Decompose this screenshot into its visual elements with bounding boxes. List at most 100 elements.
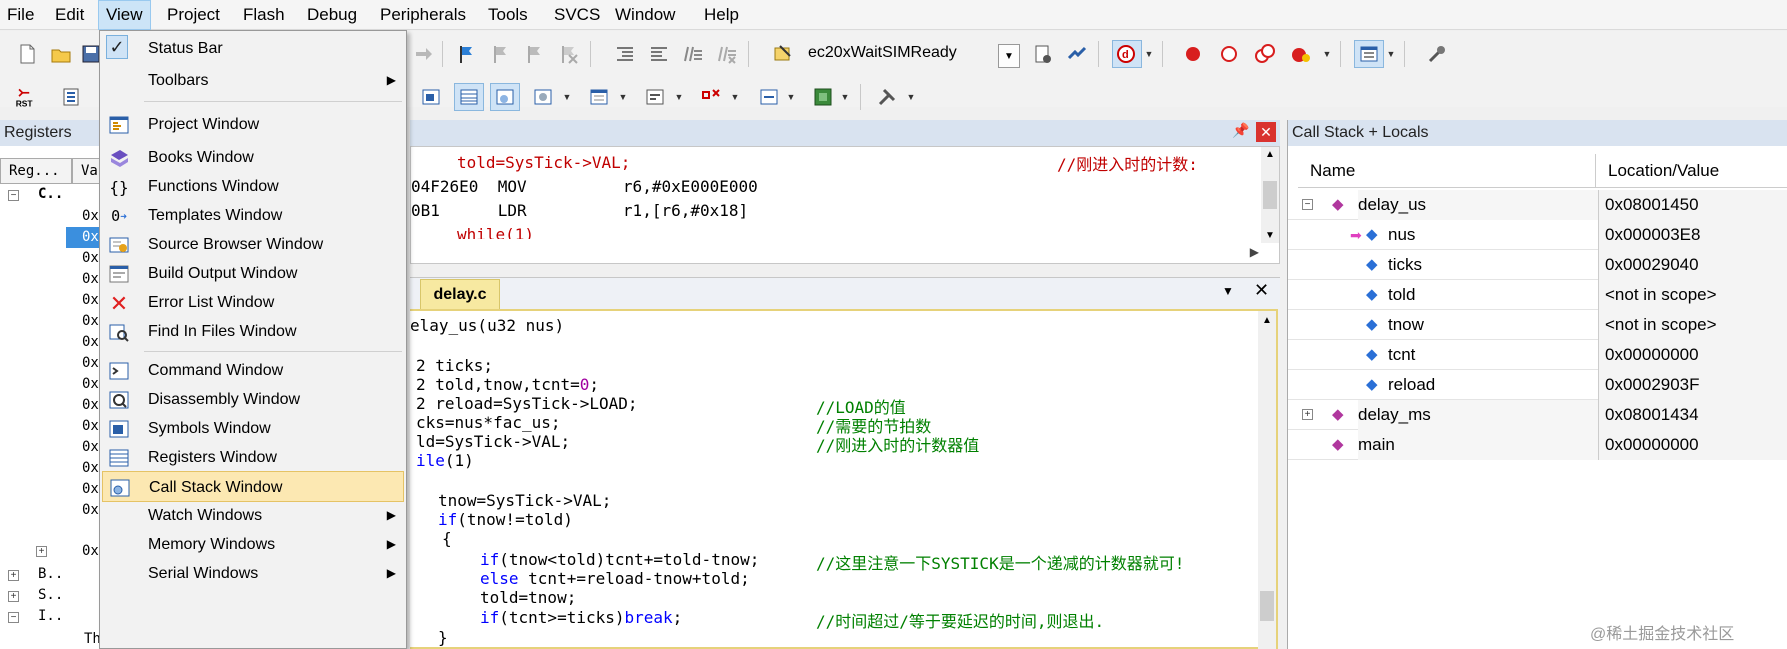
registers-system-node[interactable]: S..: [38, 585, 63, 606]
register-row[interactable]: 0x: [82, 458, 99, 479]
menu-item-source-browser-window[interactable]: Source Browser Window: [102, 229, 404, 260]
collapse-internal-icon[interactable]: −: [8, 612, 19, 623]
expand-register-icon[interactable]: +: [36, 546, 47, 557]
menu-item-books-window[interactable]: Books Window: [102, 142, 404, 173]
reset-icon[interactable]: RST: [10, 82, 40, 112]
kill-all-breakpoints-icon[interactable]: [1288, 41, 1314, 67]
trace-dropdown-icon[interactable]: ▼: [786, 84, 796, 110]
run-icon[interactable]: [58, 84, 84, 110]
next-bookmark-icon[interactable]: [522, 41, 548, 67]
collapse-frame-icon[interactable]: −: [1302, 199, 1313, 210]
uncomment-icon[interactable]: [714, 41, 740, 67]
register-row[interactable]: 0x: [82, 269, 99, 290]
menu-item-templates-window[interactable]: 0 ➜ Templates Window: [102, 200, 404, 231]
menu-item-symbols-window[interactable]: Symbols Window: [102, 413, 404, 444]
target-select[interactable]: ec20xWaitSIMReady: [808, 44, 957, 62]
local-variable-row[interactable]: ◆ reload 0x0002903F: [1288, 370, 1787, 400]
disable-all-breakpoints-icon[interactable]: [1252, 41, 1278, 67]
name-column-header[interactable]: Name: [1298, 154, 1596, 188]
registers-core-node[interactable]: C..: [38, 184, 63, 205]
serial-view-icon[interactable]: [642, 84, 668, 110]
watch-dropdown-icon[interactable]: ▼: [562, 84, 572, 110]
register-row[interactable]: 0x: [82, 248, 99, 269]
register-row[interactable]: 0x: [82, 206, 99, 227]
close-editor-icon[interactable]: ✕: [1254, 280, 1269, 301]
menu-item-toolbars[interactable]: Toolbars ▶: [102, 65, 404, 96]
system-viewer-icon[interactable]: [810, 84, 836, 110]
registers-banked-node[interactable]: B..: [38, 564, 63, 585]
watch-view-icon[interactable]: [530, 84, 556, 110]
layout-dropdown-icon[interactable]: ▼: [1386, 41, 1396, 67]
menu-item-command-window[interactable]: Command Window: [102, 355, 404, 386]
unindent-icon[interactable]: [646, 41, 672, 67]
menu-flash[interactable]: Flash: [236, 0, 292, 30]
configure-target-icon[interactable]: [1030, 41, 1056, 67]
registers-view-icon[interactable]: [454, 83, 484, 111]
menu-item-watch-windows[interactable]: Watch Windows ▶: [102, 500, 404, 531]
indent-icon[interactable]: [612, 41, 638, 67]
register-row[interactable]: 0x: [82, 374, 99, 395]
register-row[interactable]: 0x: [82, 500, 99, 521]
register-row[interactable]: 0x: [82, 353, 99, 374]
menu-item-memory-windows[interactable]: Memory Windows ▶: [102, 529, 404, 560]
system-viewer-dropdown-icon[interactable]: ▼: [840, 84, 850, 110]
menu-item-disassembly-window[interactable]: Disassembly Window: [102, 384, 404, 415]
menu-item-project-window[interactable]: Project Window: [102, 109, 404, 140]
collapse-core-icon[interactable]: −: [8, 190, 19, 201]
memory-dropdown-icon[interactable]: ▼: [618, 84, 628, 110]
menu-svcs[interactable]: SVCS: [547, 0, 607, 30]
local-variable-row[interactable]: ◆ ticks 0x00029040: [1288, 250, 1787, 280]
tab-list-icon[interactable]: ▼: [1222, 284, 1234, 298]
debug-dropdown-icon[interactable]: ▼: [1144, 41, 1154, 67]
local-variable-row[interactable]: ◆ tcnt 0x00000000: [1288, 340, 1787, 370]
menu-item-status-bar[interactable]: ✓ Status Bar: [102, 33, 404, 64]
expand-frame-icon[interactable]: +: [1302, 409, 1313, 420]
register-row[interactable]: 0x: [82, 437, 99, 458]
register-row[interactable]: 0x: [82, 332, 99, 353]
menu-peripherals[interactable]: Peripherals: [373, 0, 473, 30]
register-row[interactable]: 0x: [82, 541, 99, 562]
disable-breakpoint-icon[interactable]: [1216, 41, 1242, 67]
call-stack-row[interactable]: ◆ main 0x00000000: [1288, 430, 1787, 460]
toolbox-icon[interactable]: [874, 84, 900, 110]
find-icon[interactable]: [770, 41, 796, 67]
call-stack-row[interactable]: − ◆ delay_us 0x08001450: [1288, 190, 1787, 220]
menu-help[interactable]: Help: [697, 0, 746, 30]
tab-delay-c[interactable]: delay.c: [420, 279, 500, 309]
menu-item-registers-window[interactable]: Registers Window: [102, 442, 404, 473]
code-editor[interactable]: elay_us(u32 nus) 2 ticks; 2 told,tnow,tc…: [410, 309, 1278, 649]
analysis-view-icon[interactable]: [698, 84, 724, 110]
menu-tools[interactable]: Tools: [481, 0, 535, 30]
menu-edit[interactable]: Edit: [48, 0, 91, 30]
close-disassembly-icon[interactable]: ✕: [1256, 122, 1276, 142]
analysis-dropdown-icon[interactable]: ▼: [730, 84, 740, 110]
prev-bookmark-icon[interactable]: [488, 41, 514, 67]
manage-components-icon[interactable]: [1064, 41, 1090, 67]
trace-view-icon[interactable]: [756, 84, 782, 110]
configure-icon[interactable]: [1424, 41, 1450, 67]
register-column-header[interactable]: Reg...: [0, 158, 72, 184]
breakpoint-dropdown-icon[interactable]: ▼: [1322, 41, 1332, 67]
comment-icon[interactable]: [680, 41, 706, 67]
pin-icon[interactable]: 📌: [1232, 122, 1249, 139]
menu-item-find-in-files-window[interactable]: Find In Files Window: [102, 316, 404, 347]
new-file-icon[interactable]: [14, 41, 40, 67]
menu-view[interactable]: View: [98, 0, 151, 30]
register-row[interactable]: 0x: [82, 311, 99, 332]
local-variable-row[interactable]: ◆ tnow <not in scope>: [1288, 310, 1787, 340]
menu-item-call-stack-window[interactable]: Call Stack Window: [102, 471, 404, 502]
nav-forward-icon[interactable]: [411, 41, 437, 67]
call-stack-view-icon[interactable]: [490, 83, 520, 111]
clear-bookmarks-icon[interactable]: [556, 41, 582, 67]
call-stack-row[interactable]: + ◆ delay_ms 0x08001434: [1288, 400, 1787, 430]
toolbox-dropdown-icon[interactable]: ▼: [906, 84, 916, 110]
local-variable-row[interactable]: ◆ told <not in scope>: [1288, 280, 1787, 310]
insert-breakpoint-icon[interactable]: [1180, 41, 1206, 67]
disassembly-view-icon[interactable]: [418, 84, 444, 110]
menu-debug[interactable]: Debug: [300, 0, 364, 30]
window-layout-icon[interactable]: [1354, 40, 1384, 68]
start-debug-icon[interactable]: d: [1112, 40, 1142, 68]
editor-vscroll[interactable]: ▲: [1258, 311, 1276, 649]
target-dropdown-button[interactable]: ▼: [998, 44, 1020, 68]
local-variable-row[interactable]: ➡ ◆ nus 0x000003E8: [1288, 220, 1787, 250]
